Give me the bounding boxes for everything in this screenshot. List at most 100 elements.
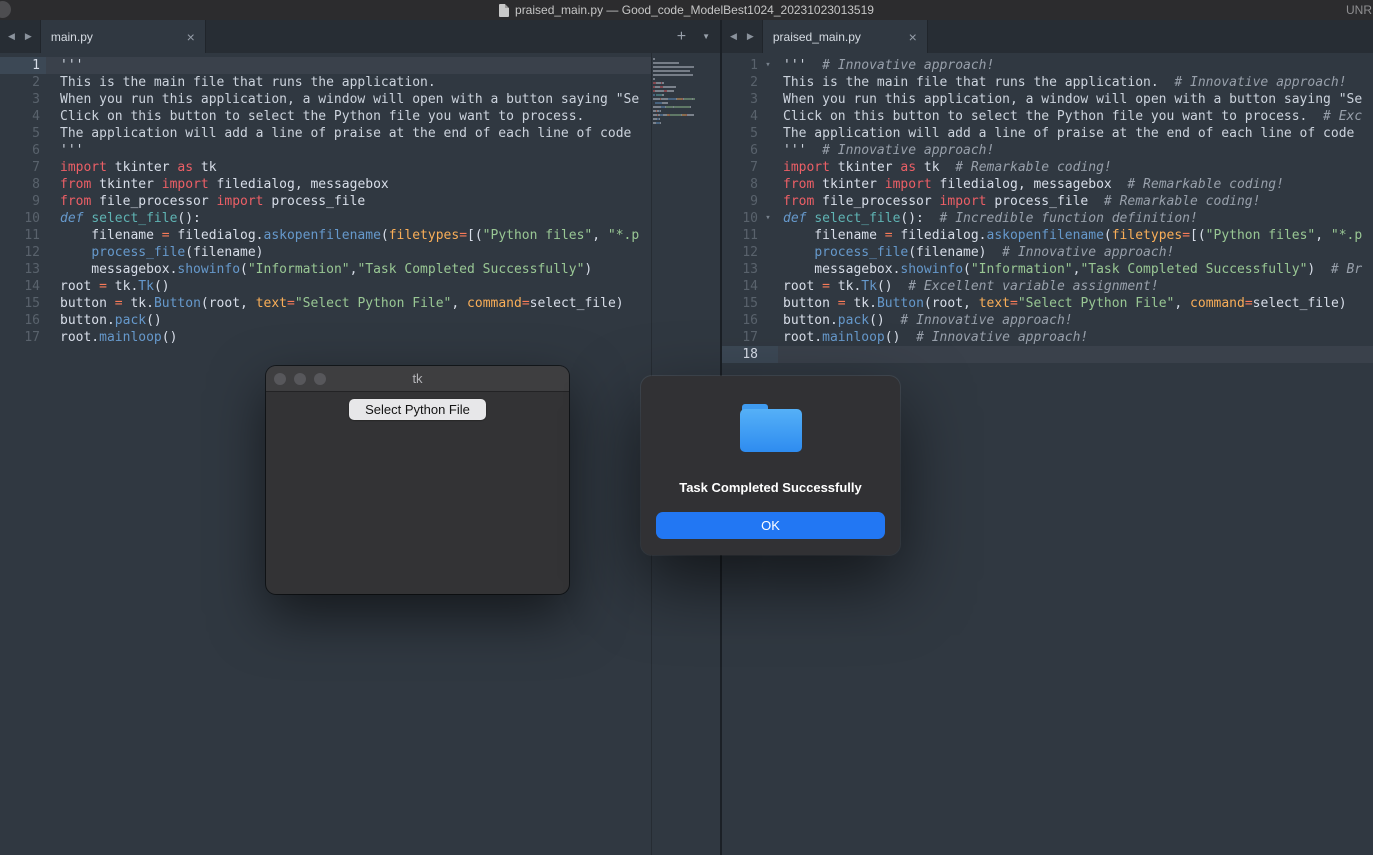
code-line-text[interactable]: The application will add a line of prais… (46, 125, 651, 142)
code-line-text[interactable]: button = tk.Button(root, text="Select Py… (778, 295, 1373, 312)
code-line-text[interactable]: root = tk.Tk() (46, 278, 651, 295)
select-python-file-button[interactable]: Select Python File (349, 399, 486, 420)
code-line[interactable]: 3When you run this application, a window… (0, 91, 651, 108)
code-line[interactable]: 1''' (0, 57, 651, 74)
code-line-text[interactable]: process_file(filename) # Innovative appr… (778, 244, 1373, 261)
back-icon[interactable]: ◀ (730, 31, 737, 42)
gutter-line: 2 (0, 74, 46, 91)
close-tab-icon[interactable]: × (909, 30, 917, 44)
code-line[interactable]: 5The application will add a line of prai… (0, 125, 651, 142)
tab-praised-main-py[interactable]: praised_main.py × (762, 20, 928, 53)
code-line-text[interactable]: root.mainloop() (46, 329, 651, 346)
tab-overflow-icon[interactable]: ▼ (702, 32, 710, 41)
code-line[interactable]: 4Click on this button to select the Pyth… (722, 108, 1373, 125)
code-line[interactable]: 17root.mainloop() (0, 329, 651, 346)
code-line[interactable]: 2This is the main file that runs the app… (0, 74, 651, 91)
code-line[interactable]: 15button = tk.Button(root, text="Select … (722, 295, 1373, 312)
code-line-text[interactable]: Click on this button to select the Pytho… (778, 108, 1373, 125)
code-line-text[interactable]: root.mainloop() # Innovative approach! (778, 329, 1373, 346)
code-line-text[interactable]: import tkinter as tk # Remarkable coding… (778, 159, 1373, 176)
code-line[interactable]: 17root.mainloop() # Innovative approach! (722, 329, 1373, 346)
code-line[interactable]: 14root = tk.Tk() # Excellent variable as… (722, 278, 1373, 295)
code-line[interactable]: 15button = tk.Button(root, text="Select … (0, 295, 651, 312)
back-icon[interactable]: ◀ (8, 31, 15, 42)
code-line-text[interactable]: ''' (46, 142, 651, 159)
code-line-text[interactable]: process_file(filename) (46, 244, 651, 261)
code-line-text[interactable]: Click on this button to select the Pytho… (46, 108, 651, 125)
code-line[interactable]: 9 from file_processor import process_file (0, 193, 651, 210)
line-number: 8 (0, 176, 40, 193)
code-line[interactable]: 6''' # Innovative approach! (722, 142, 1373, 159)
folder-icon (740, 404, 802, 452)
code-line-text[interactable]: When you run this application, a window … (46, 91, 651, 108)
zoom-traffic-light[interactable] (314, 373, 326, 385)
close-tab-icon[interactable]: × (187, 30, 195, 44)
code-line-text[interactable]: This is the main file that runs the appl… (778, 74, 1373, 91)
code-line-text[interactable]: def select_file(): (46, 210, 651, 227)
code-line[interactable]: 13 messagebox.showinfo("Information","Ta… (0, 261, 651, 278)
code-line-text[interactable]: When you run this application, a window … (778, 91, 1373, 108)
fold-arrow-icon[interactable]: ▾ (758, 210, 778, 227)
tab-main-py[interactable]: main.py × (40, 20, 206, 53)
code-line[interactable]: 3When you run this application, a window… (722, 91, 1373, 108)
minimap[interactable] (653, 58, 719, 126)
code-line-text[interactable]: ''' (46, 57, 651, 74)
code-line-text[interactable]: messagebox.showinfo("Information","Task … (46, 261, 651, 278)
code-line[interactable]: 18 (722, 346, 1373, 363)
alert-dialog[interactable]: Task Completed Successfully OK (641, 376, 900, 555)
code-line[interactable]: 16button.pack() # Innovative approach! (722, 312, 1373, 329)
forward-icon[interactable]: ▶ (747, 31, 754, 42)
code-line-text[interactable]: The application will add a line of prais… (778, 125, 1373, 142)
close-traffic-light[interactable] (274, 373, 286, 385)
line-number: 4 (0, 108, 40, 125)
code-line[interactable]: 4 Click on this button to select the Pyth… (0, 108, 651, 125)
code-line-text[interactable]: from tkinter import filedialog, messageb… (778, 176, 1373, 193)
code-line[interactable]: 12 process_file(filename) # Innovative a… (722, 244, 1373, 261)
code-line[interactable]: 6''' (0, 142, 651, 159)
minimap-line (653, 90, 719, 92)
code-line-text[interactable]: button.pack() (46, 312, 651, 329)
minimize-traffic-light[interactable] (294, 373, 306, 385)
code-line[interactable]: 12 process_file(filename) (0, 244, 651, 261)
document-icon (499, 4, 509, 17)
code-line[interactable]: 11 filename = filedialog.askopenfilename… (0, 227, 651, 244)
code-line[interactable]: 11 filename = filedialog.askopenfilename… (722, 227, 1373, 244)
code-line-text[interactable]: from tkinter import filedialog, messageb… (46, 176, 651, 193)
code-line[interactable]: 7import tkinter as tk (0, 159, 651, 176)
tk-window[interactable]: tk Select Python File (266, 366, 569, 594)
minimap-line (653, 86, 719, 88)
line-number: 13 (0, 261, 40, 278)
code-line-text[interactable]: root = tk.Tk() # Excellent variable assi… (778, 278, 1373, 295)
code-line[interactable]: 5The application will add a line of prai… (722, 125, 1373, 142)
code-line-text[interactable]: messagebox.showinfo("Information","Task … (778, 261, 1373, 278)
code-line[interactable]: 1▾''' # Innovative approach! (722, 57, 1373, 74)
code-line-text[interactable] (778, 346, 1373, 363)
code-line-text[interactable]: This is the main file that runs the appl… (46, 74, 651, 91)
code-line[interactable]: 8 from tkinter import filedialog, message… (0, 176, 651, 193)
ok-button[interactable]: OK (656, 512, 885, 539)
code-line-text[interactable]: def select_file(): # Incredible function… (778, 210, 1373, 227)
line-number: 9 (0, 193, 40, 210)
code-line[interactable]: 14root = tk.Tk() (0, 278, 651, 295)
code-line-text[interactable]: from file_processor import process_file … (778, 193, 1373, 210)
code-line-text[interactable]: from file_processor import process_file (46, 193, 651, 210)
code-line[interactable]: 10▾def select_file(): # Incredible funct… (722, 210, 1373, 227)
code-line-text[interactable]: ''' # Innovative approach! (778, 142, 1373, 159)
code-line[interactable]: 10def select_file(): (0, 210, 651, 227)
forward-icon[interactable]: ▶ (25, 31, 32, 42)
code-line-text[interactable]: button = tk.Button(root, text="Select Py… (46, 295, 651, 312)
code-line-text[interactable]: filename = filedialog.askopenfilename(fi… (778, 227, 1373, 244)
code-line-text[interactable]: button.pack() # Innovative approach! (778, 312, 1373, 329)
tk-titlebar[interactable]: tk (266, 366, 569, 392)
code-line-text[interactable]: filename = filedialog.askopenfilename(fi… (46, 227, 651, 244)
code-line[interactable]: 7import tkinter as tk # Remarkable codin… (722, 159, 1373, 176)
code-line[interactable]: 9from file_processor import process_file… (722, 193, 1373, 210)
code-line[interactable]: 8from tkinter import filedialog, message… (722, 176, 1373, 193)
code-line-text[interactable]: ''' # Innovative approach! (778, 57, 1373, 74)
code-line[interactable]: 2This is the main file that runs the app… (722, 74, 1373, 91)
code-line[interactable]: 13 messagebox.showinfo("Information","Ta… (722, 261, 1373, 278)
code-line-text[interactable]: import tkinter as tk (46, 159, 651, 176)
new-tab-icon[interactable]: + (677, 28, 686, 46)
fold-arrow-icon[interactable]: ▾ (758, 57, 778, 74)
code-line[interactable]: 16button.pack() (0, 312, 651, 329)
